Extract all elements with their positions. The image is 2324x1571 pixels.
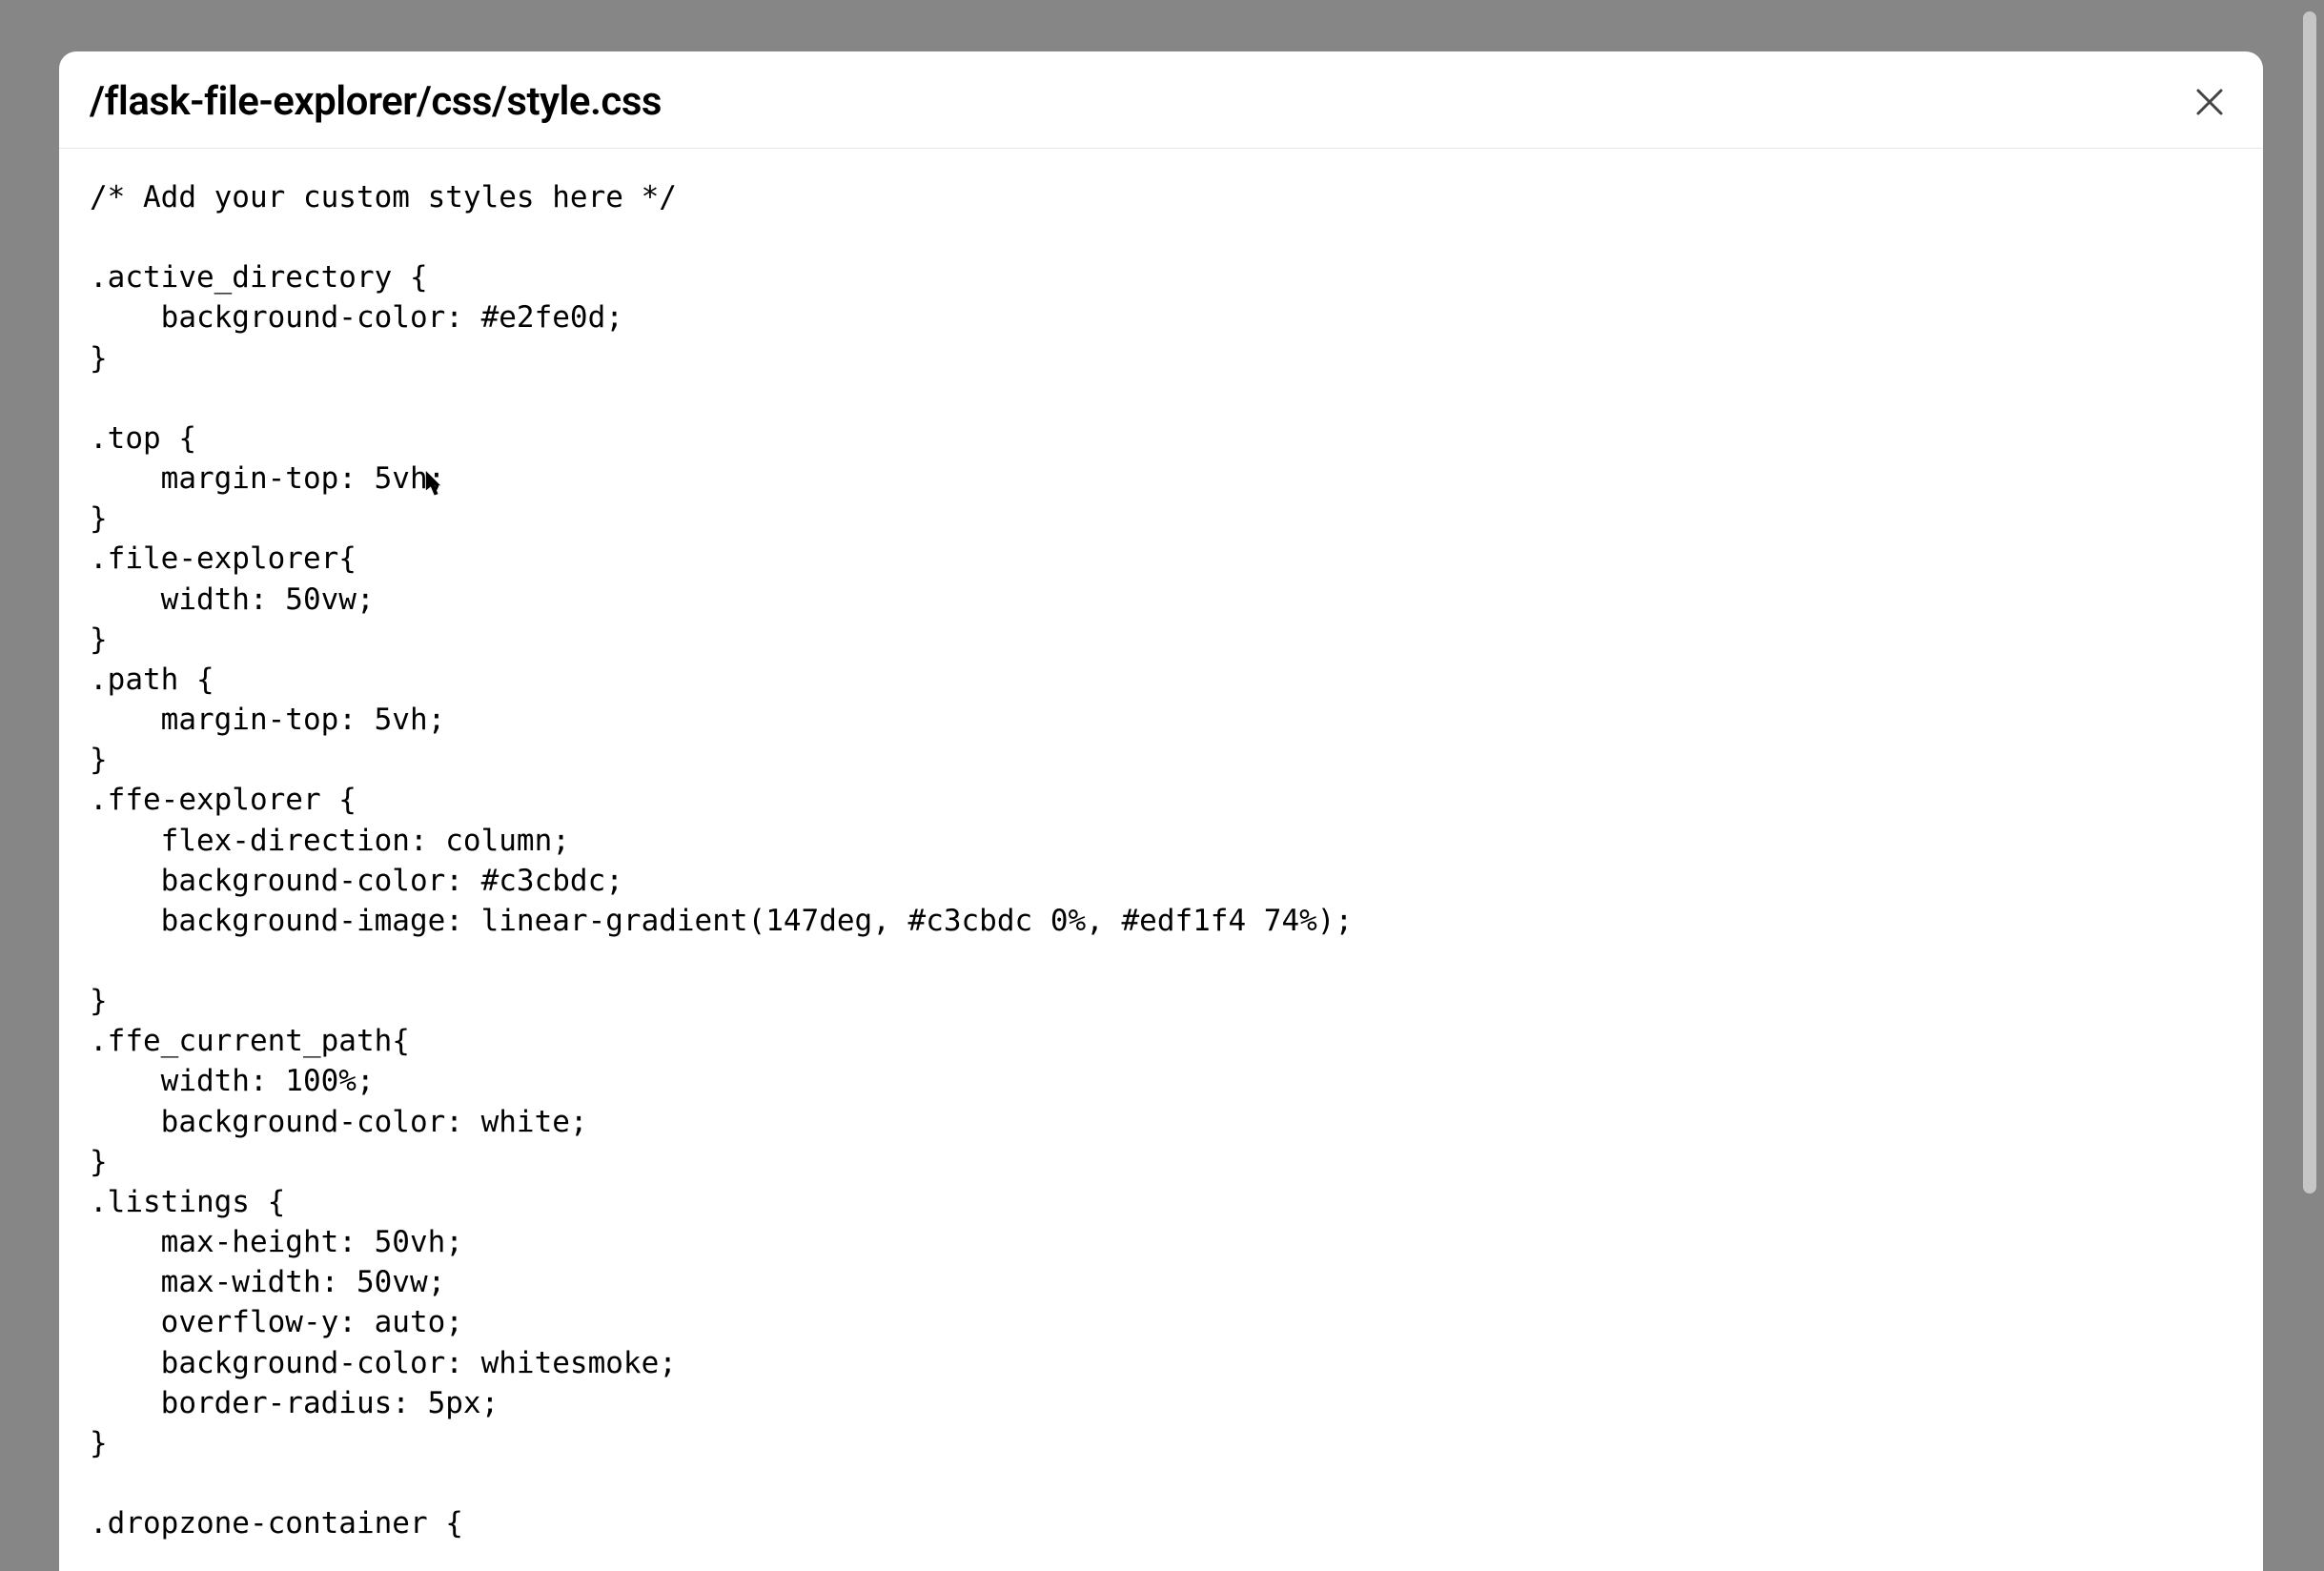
code-content: /* Add your custom styles here */ .activ… bbox=[90, 177, 2232, 1543]
close-button[interactable] bbox=[2187, 79, 2232, 125]
scrollbar-thumb[interactable] bbox=[2303, 11, 2316, 1194]
close-icon bbox=[2192, 85, 2227, 119]
file-viewer-modal: /flask-file-explorer/css/style.css /* Ad… bbox=[59, 51, 2263, 1571]
file-path-title: /flask-file-explorer/css/style.css bbox=[90, 78, 662, 125]
modal-header: /flask-file-explorer/css/style.css bbox=[59, 51, 2263, 149]
modal-body[interactable]: /* Add your custom styles here */ .activ… bbox=[59, 149, 2263, 1571]
scrollbar-track[interactable] bbox=[2301, 0, 2320, 1571]
